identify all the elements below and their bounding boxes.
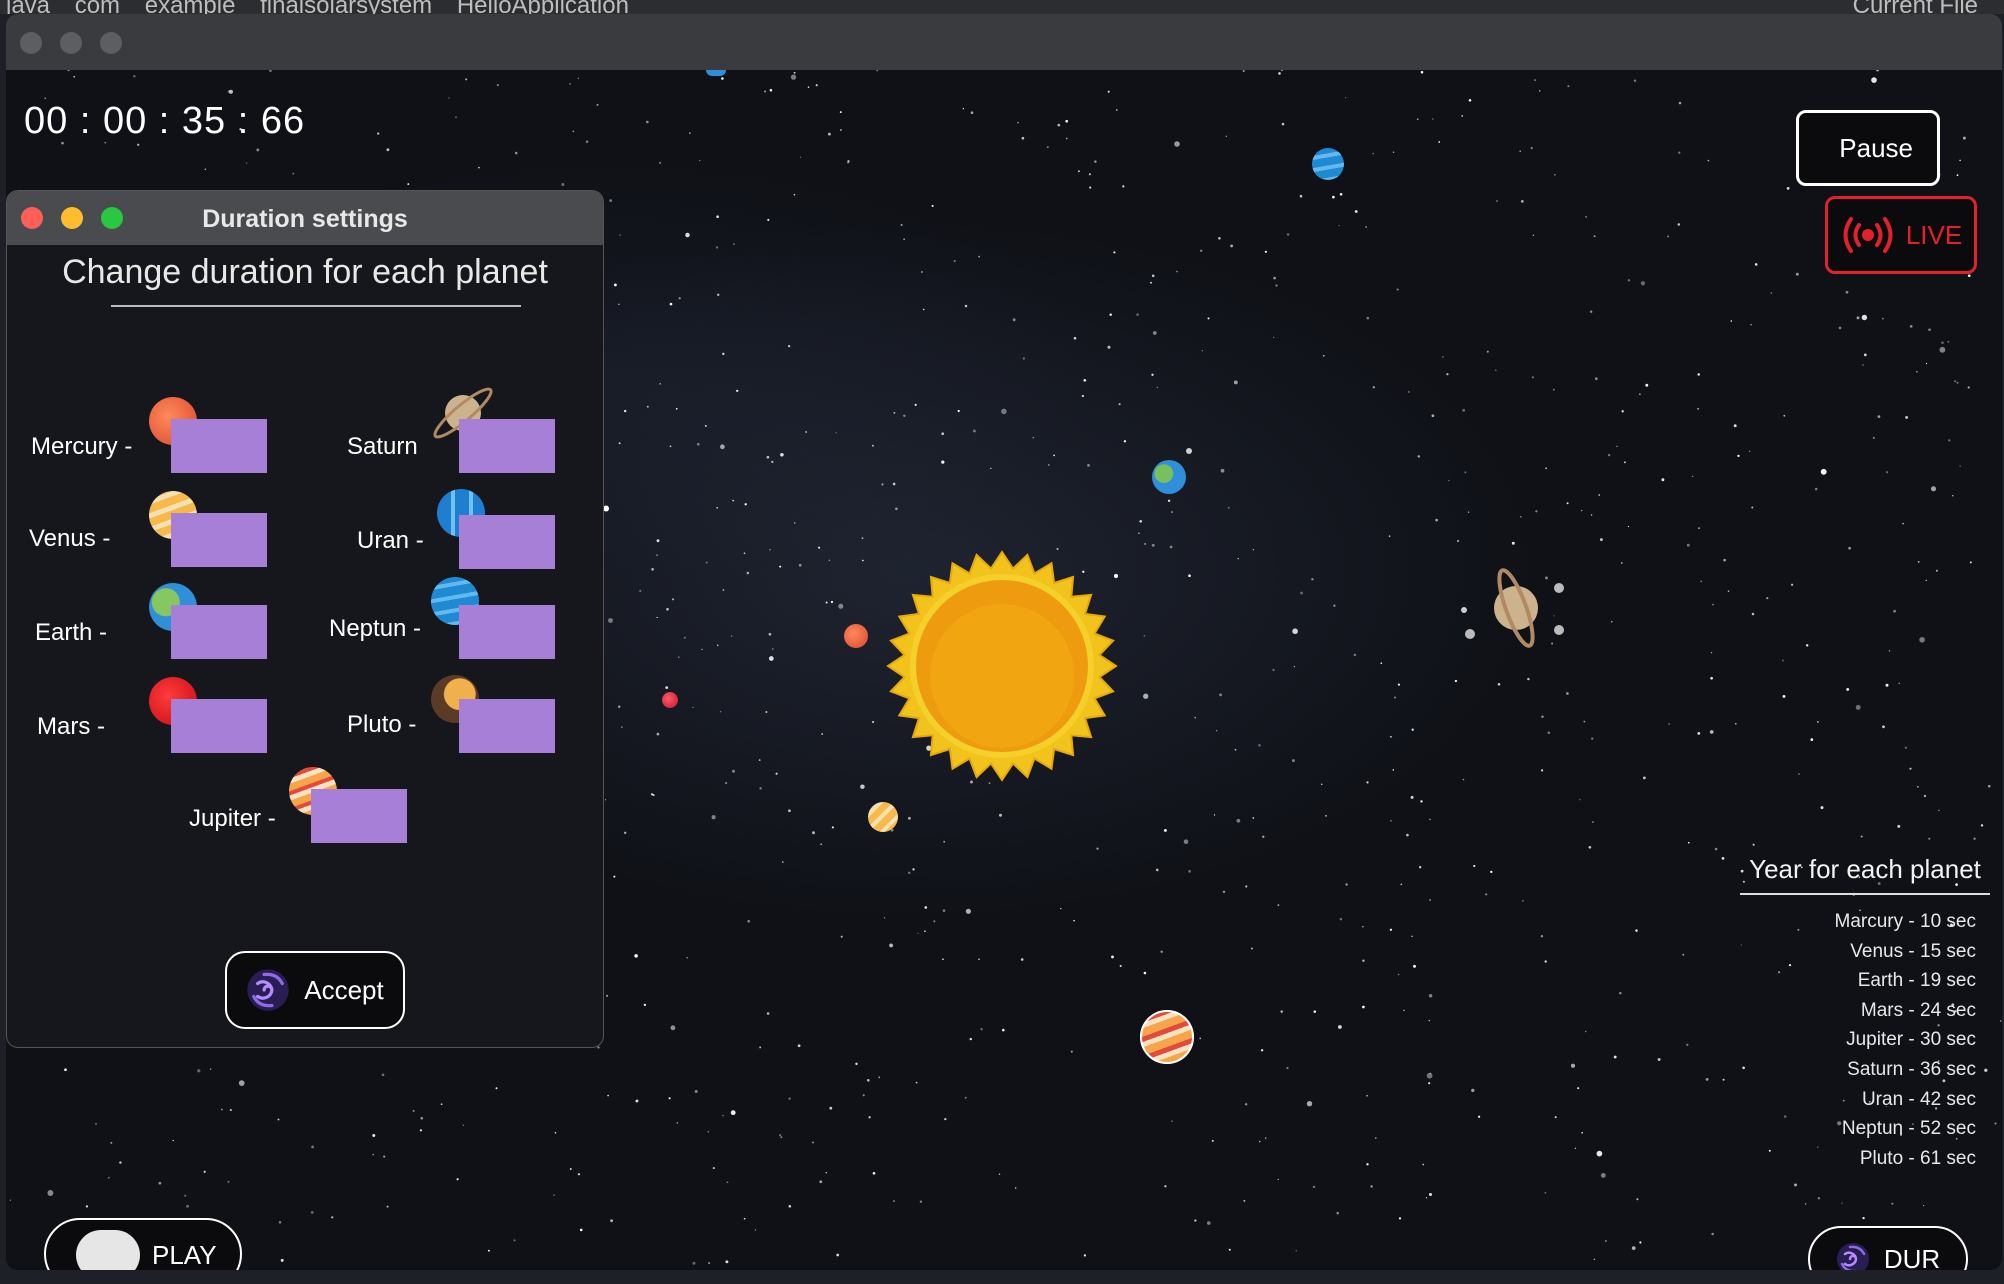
saturn-icon <box>1461 568 1564 648</box>
space-canvas: 00 : 00 : 35 : 66 Pause LIVE Year for ea… <box>6 70 2002 1270</box>
breadcrumb-example[interactable]: example <box>145 0 236 14</box>
broadcast-icon <box>1843 217 1893 253</box>
year-item-mercury: Marcury - 10 sec <box>1834 911 1976 932</box>
breadcrumb-java[interactable]: java <box>6 0 50 14</box>
breadcrumb-class[interactable]: HelloApplication <box>457 0 629 14</box>
mercury-icon <box>844 624 868 648</box>
play-label: PLAY <box>152 1240 217 1270</box>
earth-label: Earth - <box>35 619 108 646</box>
breadcrumb: java com example finalsolarsystem HelloA… <box>6 0 647 14</box>
moon-icon <box>1186 448 1192 454</box>
mercury-label: Mercury - <box>31 433 133 460</box>
duration-button-label: DUR <box>1883 1243 1941 1271</box>
mercury-duration-input[interactable] <box>171 419 267 473</box>
year-item-pluto: Pluto - 61 sec <box>1859 1147 1976 1169</box>
year-panel-title: Year for each planet <box>1740 854 1990 895</box>
duration-settings-dialog: Duration settings Change duration for ea… <box>6 190 604 1048</box>
year-item-neptun: Neptun - 52 sec <box>1841 1118 1976 1140</box>
uranus-icon <box>706 70 726 76</box>
uran-duration-input[interactable] <box>459 515 555 569</box>
earth-duration-input[interactable] <box>171 605 267 659</box>
neptun-duration-input[interactable] <box>459 605 555 659</box>
mars-icon <box>662 692 678 708</box>
minimize-window-button[interactable] <box>60 32 82 54</box>
year-panel: Year for each planet Marcury - 10 sec Ve… <box>1740 854 1990 1173</box>
jupiter-icon <box>1140 1010 1194 1064</box>
run-config-dropdown[interactable]: Current File <box>1853 0 1978 14</box>
saturn-duration-input[interactable] <box>459 419 555 473</box>
toggle-knob <box>76 1230 140 1270</box>
dialog-titlebar: Duration settings <box>7 191 603 245</box>
venus-icon <box>868 802 898 832</box>
neptune-icon <box>1312 148 1344 180</box>
galaxy-icon <box>247 969 289 1011</box>
year-item-jupiter: Jupiter - 30 sec <box>1846 1029 1976 1051</box>
accept-button-label: Accept <box>304 974 384 1005</box>
close-window-button[interactable] <box>20 32 42 54</box>
accept-button[interactable]: Accept <box>225 951 405 1029</box>
window-titlebar <box>6 14 2002 71</box>
sun-icon <box>886 550 1118 782</box>
jupiter-duration-input[interactable] <box>311 789 407 843</box>
year-item-mars: Mars - 24 sec <box>1860 999 1976 1021</box>
neptun-label: Neptun - <box>329 615 422 642</box>
earth-icon <box>1152 460 1186 494</box>
mars-duration-input[interactable] <box>171 699 267 753</box>
zoom-window-button[interactable] <box>100 32 122 54</box>
breadcrumb-com[interactable]: com <box>75 0 120 14</box>
saturn-label: Saturn <box>347 433 418 460</box>
pause-button[interactable]: Pause <box>1796 110 1940 186</box>
app-window: 00 : 00 : 35 : 66 Pause LIVE Year for ea… <box>6 14 2002 1270</box>
venus-duration-input[interactable] <box>171 513 267 567</box>
live-label: LIVE <box>1905 219 1963 250</box>
elapsed-timer: 00 : 00 : 35 : 66 <box>24 100 306 142</box>
year-item-uran: Uran - 42 sec <box>1861 1088 1976 1110</box>
live-button[interactable]: LIVE <box>1825 196 1977 274</box>
play-toggle[interactable]: PLAY <box>44 1218 242 1270</box>
heading-divider <box>111 305 521 307</box>
venus-label: Venus - <box>29 525 111 552</box>
year-item-saturn: Saturn - 36 sec <box>1847 1058 1976 1080</box>
pluto-duration-input[interactable] <box>459 699 555 753</box>
year-item-venus: Venus - 15 sec <box>1850 940 1976 962</box>
year-item-earth: Earth - 19 sec <box>1857 970 1976 992</box>
ide-breadcrumb-bar: java com example finalsolarsystem HelloA… <box>0 0 2004 14</box>
jupiter-label: Jupiter - <box>189 805 276 832</box>
uran-label: Uran - <box>357 527 424 554</box>
pluto-label: Pluto - <box>347 711 417 738</box>
duration-button[interactable]: DUR <box>1808 1226 1968 1270</box>
dialog-title: Duration settings <box>202 205 408 233</box>
breadcrumb-package[interactable]: finalsolarsystem <box>260 0 432 14</box>
dialog-heading: Change duration for each planet <box>62 253 548 291</box>
galaxy-icon <box>1836 1243 1869 1270</box>
mars-label: Mars - <box>37 713 105 740</box>
